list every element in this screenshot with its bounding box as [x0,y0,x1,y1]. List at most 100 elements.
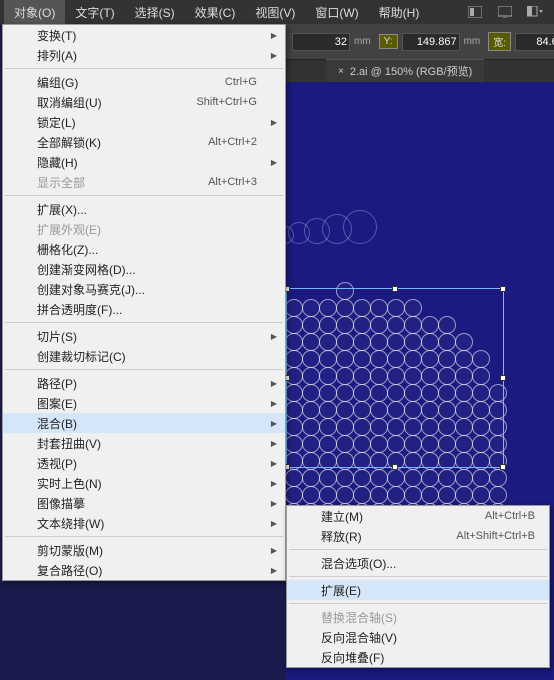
menu-item[interactable]: 创建裁切标记(C) [3,346,285,366]
y-unit: mm [464,36,481,47]
menu-effect[interactable]: 效果(C) [185,0,246,25]
menu-item-label: 剪切蒙版(M) [37,542,257,559]
menu-item[interactable]: 变换(T) [3,25,285,45]
menu-window[interactable]: 窗口(W) [305,0,368,25]
submenu-item: 替换混合轴(S) [287,607,549,627]
menu-item-label: 透视(P) [37,455,257,472]
handle-bottom-right[interactable] [500,464,506,470]
submenu-item-label: 反向混合轴(V) [321,629,535,646]
menu-item-label: 图像描摹 [37,495,257,512]
layout-icon[interactable] [464,3,486,21]
menu-view[interactable]: 视图(V) [245,0,305,25]
menu-item[interactable]: 取消编组(U)Shift+Ctrl+G [3,92,285,112]
menu-item[interactable]: 创建对象马赛克(J)... [3,279,285,299]
submenu-item[interactable]: 释放(R)Alt+Shift+Ctrl+B [287,526,549,546]
menu-item-label: 栅格化(Z)... [37,241,257,258]
menu-item[interactable]: 扩展(X)... [3,199,285,219]
selection-bounds[interactable] [286,288,504,468]
menu-item: 扩展外观(E) [3,219,285,239]
handle-bottom-mid[interactable] [392,464,398,470]
menu-item-label: 全部解锁(K) [37,134,208,151]
menu-item-label: 创建裁切标记(C) [37,348,257,365]
menu-item[interactable]: 隐藏(H) [3,152,285,172]
y-input[interactable] [402,33,460,51]
handle-bottom-left[interactable] [286,464,290,470]
menu-item-label: 隐藏(H) [37,154,257,171]
menu-item[interactable]: 锁定(L) [3,112,285,132]
menu-item[interactable]: 拼合透明度(F)... [3,299,285,319]
document-tabbar: × 2.ai @ 150% (RGB/预览) [286,60,554,82]
menu-object[interactable]: 对象(O) [4,0,65,25]
menu-item-label: 取消编组(U) [37,94,196,111]
menu-item[interactable]: 图像描摹 [3,493,285,513]
menu-item-label: 创建渐变网格(D)... [37,261,257,278]
handle-top-mid[interactable] [392,286,398,292]
submenu-item[interactable]: 扩展(E) [287,580,549,600]
menu-item-label: 显示全部 [37,174,208,191]
menu-item[interactable]: 栅格化(Z)... [3,239,285,259]
menu-item[interactable]: 剪切蒙版(M) [3,540,285,560]
menu-item-label: 变换(T) [37,27,257,44]
menu-item-shortcut: Ctrl+G [225,76,257,88]
submenu-item-shortcut: Alt+Ctrl+B [485,510,535,522]
menu-item-shortcut: Alt+Ctrl+3 [208,176,257,188]
menu-item-shortcut: Alt+Ctrl+2 [208,136,257,148]
workspace-icon[interactable] [524,3,546,21]
document-tab[interactable]: × 2.ai @ 150% (RGB/预览) [326,59,484,82]
close-icon[interactable]: × [338,66,344,77]
menu-item[interactable]: 实时上色(N) [3,473,285,493]
menu-item[interactable]: 路径(P) [3,373,285,393]
menu-item[interactable]: 文本绕排(W) [3,513,285,533]
x-input[interactable] [292,33,350,51]
menu-item[interactable]: 图案(E) [3,393,285,413]
menu-item-label: 切片(S) [37,328,257,345]
submenu-item[interactable]: 反向混合轴(V) [287,627,549,647]
submenu-item[interactable]: 混合选项(O)... [287,553,549,573]
menu-item-label: 图案(E) [37,395,257,412]
submenu-item[interactable]: 建立(M)Alt+Ctrl+B [287,506,549,526]
menu-item[interactable]: 封套扭曲(V) [3,433,285,453]
menu-item-label: 编组(G) [37,74,225,91]
submenu-item[interactable]: 反向堆叠(F) [287,647,549,667]
separator [5,195,283,196]
menu-item-label: 复合路径(O) [37,562,257,579]
submenu-item-label: 释放(R) [321,528,456,545]
y-label: Y: [379,34,398,49]
menu-item[interactable]: 切片(S) [3,326,285,346]
separator [289,603,547,604]
menu-item: 显示全部Alt+Ctrl+3 [3,172,285,192]
handle-top-right[interactable] [500,286,506,292]
menu-item-label: 锁定(L) [37,114,257,131]
x-unit: mm [354,36,371,47]
separator [289,549,547,550]
menu-select[interactable]: 选择(S) [125,0,185,25]
menu-item[interactable]: 复合路径(O) [3,560,285,580]
tab-title: 2.ai @ 150% (RGB/预览) [350,63,472,79]
submenu-item-label: 混合选项(O)... [321,555,535,572]
separator [5,369,283,370]
separator [5,68,283,69]
separator [289,576,547,577]
object-menu-dropdown: 变换(T)排列(A)编组(G)Ctrl+G取消编组(U)Shift+Ctrl+G… [2,24,286,581]
submenu-item-label: 替换混合轴(S) [321,609,535,626]
app-menubar: 对象(O) 文字(T) 选择(S) 效果(C) 视图(V) 窗口(W) 帮助(H… [0,0,554,24]
submenu-item-label: 建立(M) [321,508,485,525]
w-label: 宽: [488,32,511,51]
menu-item[interactable]: 创建渐变网格(D)... [3,259,285,279]
screen-icon[interactable] [494,3,516,21]
handle-top-left[interactable] [286,286,290,292]
menu-item-shortcut: Shift+Ctrl+G [196,96,257,108]
menu-help[interactable]: 帮助(H) [369,0,430,25]
handle-mid-left[interactable] [286,375,290,381]
menu-item[interactable]: 透视(P) [3,453,285,473]
menu-item[interactable]: 编组(G)Ctrl+G [3,72,285,92]
menu-item-label: 混合(B) [37,415,257,432]
w-input[interactable] [515,33,554,51]
menu-item[interactable]: 全部解锁(K)Alt+Ctrl+2 [3,132,285,152]
menu-type[interactable]: 文字(T) [65,0,124,25]
menu-item[interactable]: 排列(A) [3,45,285,65]
menu-item-label: 封套扭曲(V) [37,435,257,452]
menu-item[interactable]: 混合(B) [3,413,285,433]
properties-bar: mm Y: mm 宽: mm [286,24,554,60]
handle-mid-right[interactable] [500,375,506,381]
